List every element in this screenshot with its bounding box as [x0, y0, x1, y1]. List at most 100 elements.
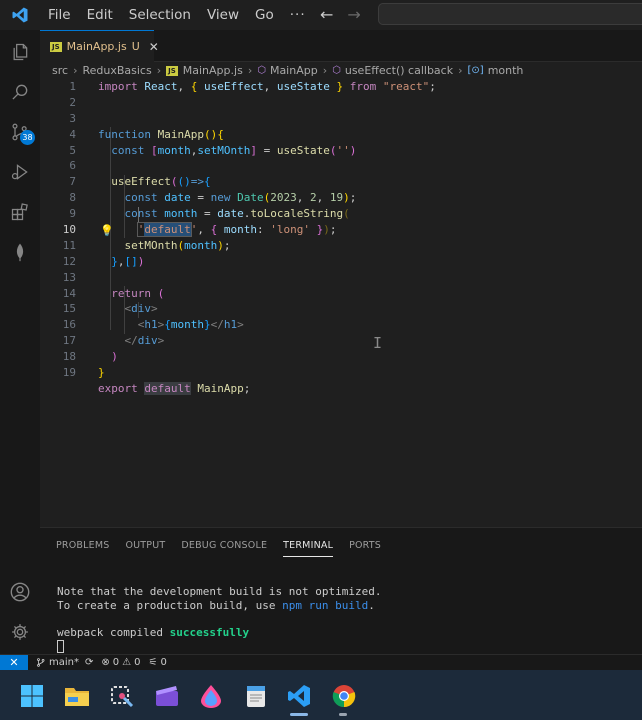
file-explorer-icon[interactable] — [64, 683, 90, 709]
search-icon[interactable] — [0, 72, 40, 112]
tab-mainapp-js[interactable]: JS MainApp.js U ✕ — [40, 30, 159, 62]
line-number: 5 — [69, 143, 76, 157]
menu-view[interactable]: View — [199, 0, 247, 30]
code-line: 14 return ( — [40, 286, 642, 302]
terminal-output[interactable]: Note that the development build is not o… — [57, 585, 382, 639]
untracked-status: U — [131, 40, 140, 53]
command-center-search[interactable] — [378, 3, 642, 25]
forward-arrow-icon[interactable]: → — [347, 0, 360, 30]
git-branch-icon — [37, 658, 45, 667]
code-line: 9 const month = date.toLocaleString( — [40, 206, 642, 222]
terminal-line: Note that the development build is not o… — [57, 585, 382, 598]
code-line: 13 — [40, 270, 642, 286]
breadcrumb-variable[interactable]: month — [488, 64, 524, 77]
menu-more-icon[interactable]: ··· — [282, 0, 314, 30]
code-line: 1 import React, { useEffect, useState } f… — [40, 79, 642, 95]
chevron-right-icon: › — [73, 64, 78, 77]
ports-status[interactable]: ⚟ 0 — [149, 657, 167, 668]
code-line-active: 10 💡 'default', { month: 'long' }); — [40, 222, 642, 238]
code-line: 18 ) — [40, 349, 642, 365]
run-debug-icon[interactable] — [0, 152, 40, 192]
branch-name: main* — [49, 657, 79, 668]
line-number: 1 — [69, 80, 76, 93]
notepad-icon[interactable] — [243, 683, 269, 709]
warning-count: 0 — [134, 657, 141, 668]
mongodb-leaf-icon[interactable] — [0, 232, 40, 272]
menu-go[interactable]: Go — [247, 0, 282, 30]
source-control-icon[interactable] — [0, 112, 40, 152]
code-line: 4 function MainApp(){ — [40, 127, 642, 143]
line-number: 17 — [62, 334, 76, 348]
tab-debug-console[interactable]: DEBUG CONSOLE — [181, 540, 267, 557]
symbol-method-icon: ⬡ — [332, 65, 341, 76]
accounts-icon[interactable] — [0, 572, 40, 612]
line-number: 8 — [69, 191, 76, 205]
terminal-cursor — [57, 640, 64, 653]
code-line: 2 — [40, 95, 642, 111]
tab-output[interactable]: OUTPUT — [125, 540, 165, 557]
chevron-right-icon: › — [322, 64, 328, 77]
active-app-indicator — [290, 713, 308, 716]
line-number: 7 — [69, 175, 76, 189]
panel-tabs: PROBLEMS OUTPUT DEBUG CONSOLE TERMINAL P… — [56, 540, 381, 557]
breadcrumb-component[interactable]: MainApp — [270, 64, 318, 77]
line-number: 13 — [62, 270, 76, 284]
menu-bar: File Edit Selection View Go ··· — [40, 0, 314, 30]
javascript-file-icon: JS — [166, 65, 178, 76]
paint-drop-icon[interactable] — [198, 683, 224, 709]
code-line: 15 <div> — [40, 301, 642, 317]
snipping-tool-icon[interactable] — [109, 683, 135, 709]
terminal-line: To create a production build, use — [57, 598, 283, 612]
chrome-icon[interactable] — [331, 683, 357, 709]
line-number: 15 — [62, 302, 76, 316]
chevron-right-icon: › — [458, 64, 463, 77]
extensions-icon[interactable] — [0, 192, 40, 232]
vscode-taskbar-icon[interactable] — [286, 683, 312, 709]
line-number: 4 — [69, 127, 76, 141]
code-line: 12 },[]) — [40, 254, 642, 270]
tab-ports[interactable]: PORTS — [349, 540, 381, 557]
source-control-badge: 38 — [20, 130, 35, 145]
terminal-command: npm run build — [282, 598, 369, 612]
tab-problems[interactable]: PROBLEMS — [56, 540, 109, 557]
sync-icon[interactable]: ⟳ — [85, 657, 93, 668]
branch-status[interactable]: main* ⟳ — [36, 657, 93, 668]
windows-start-icon[interactable] — [19, 683, 45, 709]
breadcrumb-src[interactable]: src — [52, 64, 68, 77]
settings-gear-icon[interactable] — [0, 612, 40, 652]
back-arrow-icon[interactable]: ← — [320, 0, 333, 30]
breadcrumb-callback[interactable]: useEffect() callback — [345, 64, 453, 77]
breadcrumb: src › ReduxBasics › JS MainApp.js › ⬡ Ma… — [52, 63, 523, 78]
line-number: 2 — [69, 95, 76, 109]
remote-indicator-icon[interactable]: ✕ — [0, 654, 28, 671]
close-tab-icon[interactable]: ✕ — [149, 40, 159, 54]
code-editor[interactable]: 1 import React, { useEffect, useState } f… — [40, 79, 642, 397]
vscode-logo-icon[interactable] — [0, 0, 40, 30]
running-app-indicator — [339, 713, 347, 716]
error-icon: ⊗ — [101, 657, 110, 668]
code-line: 16 <h1>{month}</h1> — [40, 317, 642, 333]
line-number: 19 — [62, 366, 76, 380]
breadcrumb-file[interactable]: MainApp.js — [183, 64, 243, 77]
bottom-panel: PROBLEMS OUTPUT DEBUG CONSOLE TERMINAL P… — [40, 527, 642, 654]
navigation-arrows: ← → — [320, 0, 361, 30]
menu-file[interactable]: File — [40, 0, 79, 30]
menu-edit[interactable]: Edit — [79, 0, 121, 30]
editor-tab-bar: JS MainApp.js U ✕ — [40, 30, 642, 62]
windows-taskbar — [0, 670, 642, 720]
line-number: 9 — [69, 207, 76, 221]
ports-count: 0 — [160, 657, 167, 668]
code-line: 11 setMOnth(month); — [40, 238, 642, 254]
menu-selection[interactable]: Selection — [121, 0, 199, 30]
terminal-success: successfully — [169, 625, 250, 639]
javascript-file-icon: JS — [50, 41, 62, 52]
broadcast-icon: ⚟ — [148, 657, 158, 668]
tab-terminal[interactable]: TERMINAL — [283, 540, 334, 557]
problems-status[interactable]: ⊗ 0 ⚠ 0 — [101, 657, 140, 668]
line-number: 16 — [62, 318, 76, 332]
code-line: 7 useEffect(()=>{ — [40, 174, 642, 190]
clipchamp-icon[interactable] — [154, 683, 180, 709]
breadcrumb-folder[interactable]: ReduxBasics — [82, 64, 151, 77]
tab-label: MainApp.js — [66, 40, 127, 53]
explorer-icon[interactable] — [0, 32, 40, 72]
